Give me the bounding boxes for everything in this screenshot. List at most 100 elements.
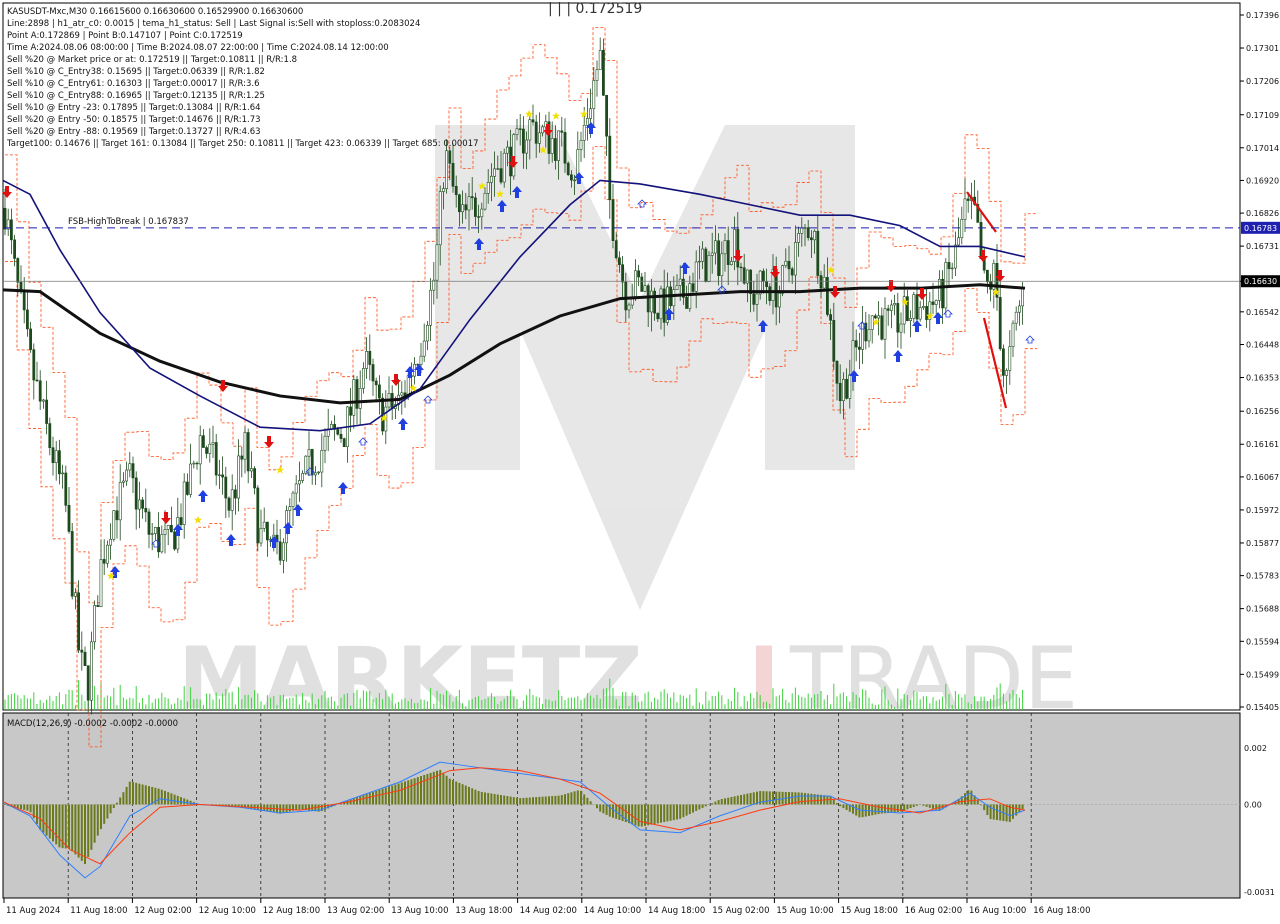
candle-body	[550, 138, 554, 154]
candle-body	[227, 497, 231, 511]
header-line-2: Point A:0.172869 | Point B:0.147107 | Po…	[7, 31, 243, 41]
candle-body	[515, 128, 519, 135]
candle-body	[355, 379, 359, 409]
x-tick-label: 12 Aug 02:00	[134, 906, 191, 916]
candle-body	[502, 152, 506, 183]
candle-body	[534, 121, 538, 144]
candle-body	[813, 230, 817, 241]
macd-tick-label: 0.002	[1244, 744, 1267, 753]
candle-body	[656, 312, 660, 320]
candle-body	[400, 392, 404, 396]
candle-body	[803, 227, 807, 229]
candle-body	[493, 168, 497, 177]
y-tick-label: 0.17396	[1246, 11, 1279, 20]
candle-body	[432, 279, 436, 291]
candle-body	[941, 278, 945, 309]
candle-body	[761, 270, 765, 282]
header-line-4: Sell %20 @ Market price or at: 0.172519 …	[7, 55, 297, 65]
candle-body	[179, 517, 183, 525]
candle-body	[518, 128, 522, 130]
chart-svg: MARKETZ I TRADE FSB-HighToBreak | 0.1678…	[0, 0, 1280, 920]
candle-body	[787, 260, 791, 270]
candle-body	[560, 130, 564, 133]
candle-body	[45, 399, 49, 424]
candle-body	[528, 119, 532, 141]
candle-body	[323, 435, 327, 451]
candle-body	[80, 649, 84, 653]
candle-body	[342, 438, 346, 447]
candle-body	[886, 308, 890, 311]
x-tick-label: 14 Aug 18:00	[648, 906, 705, 916]
fsb-label: FSB-HighToBreak | 0.167837	[68, 217, 189, 227]
candle-body	[454, 186, 458, 196]
candle-body	[934, 300, 938, 305]
candle-body	[710, 252, 714, 256]
candle-body	[441, 188, 445, 192]
candle-body	[662, 288, 666, 323]
candle-body	[445, 150, 449, 189]
candle-body	[585, 118, 589, 126]
candle-body	[909, 317, 913, 321]
candle-body	[707, 254, 711, 283]
candle-body	[106, 544, 109, 564]
candle-body	[937, 278, 941, 301]
candle-body	[365, 351, 369, 369]
macd-tick-label: 0.00	[1244, 800, 1262, 809]
header-line-9: Sell %20 @ Entry -50: 0.18575 || Target:…	[7, 115, 261, 125]
candle-body	[646, 285, 650, 313]
candle-body	[841, 378, 845, 402]
candle-body	[467, 196, 471, 211]
x-tick-label: 16 Aug 18:00	[1033, 906, 1090, 916]
candle-body	[720, 253, 724, 276]
candle-body	[893, 303, 897, 306]
candle-body	[582, 124, 586, 141]
candle-body	[608, 135, 612, 201]
y-tick-label: 0.16826	[1246, 209, 1279, 218]
candle-body	[16, 258, 20, 283]
candle-body	[563, 132, 567, 164]
x-tick-label: 13 Aug 02:00	[327, 906, 384, 916]
candle-body	[505, 146, 509, 154]
candle-body	[186, 481, 189, 495]
candle-body	[166, 525, 170, 530]
candle-body	[793, 242, 797, 276]
candle-body	[496, 168, 500, 170]
candle-body	[413, 364, 417, 377]
candle-body	[781, 265, 785, 294]
candle-body	[848, 374, 852, 399]
candle-body	[234, 489, 237, 499]
candle-body	[918, 307, 922, 320]
candle-body	[1001, 348, 1005, 376]
candle-body	[589, 108, 593, 119]
candle-body	[960, 219, 964, 239]
candle-body	[435, 244, 439, 281]
x-tick-label: 14 Aug 10:00	[584, 906, 641, 916]
candle-body	[131, 463, 135, 479]
candle-body	[765, 281, 769, 288]
candle-body	[256, 487, 260, 544]
candle-body	[438, 191, 442, 246]
candle-body	[38, 380, 42, 402]
x-tick-label: 15 Aug 18:00	[841, 906, 898, 916]
y-tick-label: 0.17014	[1246, 144, 1279, 153]
candle-body	[768, 286, 772, 301]
candle-body	[614, 240, 618, 259]
candle-body	[825, 277, 829, 315]
candle-body	[1005, 370, 1009, 376]
candle-body	[313, 472, 317, 476]
candle-body	[950, 267, 954, 270]
candle-body	[739, 266, 743, 269]
candle-body	[1021, 287, 1025, 307]
candle-body	[86, 665, 90, 701]
candle-body	[809, 237, 813, 241]
candle-body	[3, 207, 7, 230]
candle-body	[685, 297, 689, 309]
candle-body	[531, 119, 535, 123]
x-tick-label: 13 Aug 10:00	[391, 906, 448, 916]
candle-body	[464, 204, 468, 211]
header-line-11: Target100: 0.14676 || Target 161: 0.1308…	[6, 139, 479, 149]
candle-body	[240, 455, 244, 460]
candle-body	[128, 463, 132, 471]
y-tick-label: 0.15877	[1246, 539, 1279, 548]
candle-body	[51, 447, 55, 463]
